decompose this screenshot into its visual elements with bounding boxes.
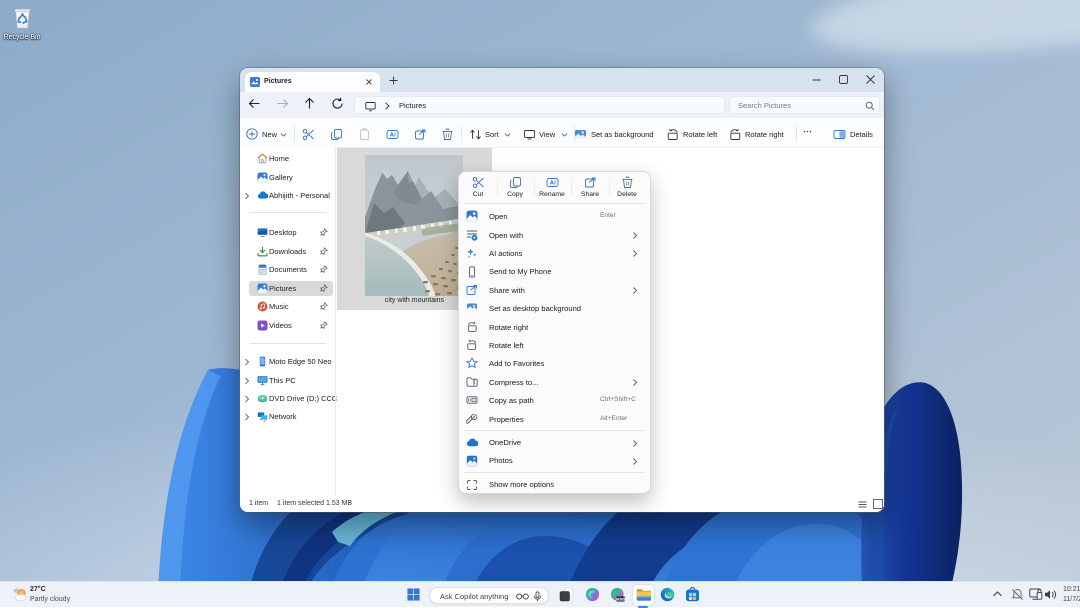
- svg-text:M365: M365: [616, 597, 625, 601]
